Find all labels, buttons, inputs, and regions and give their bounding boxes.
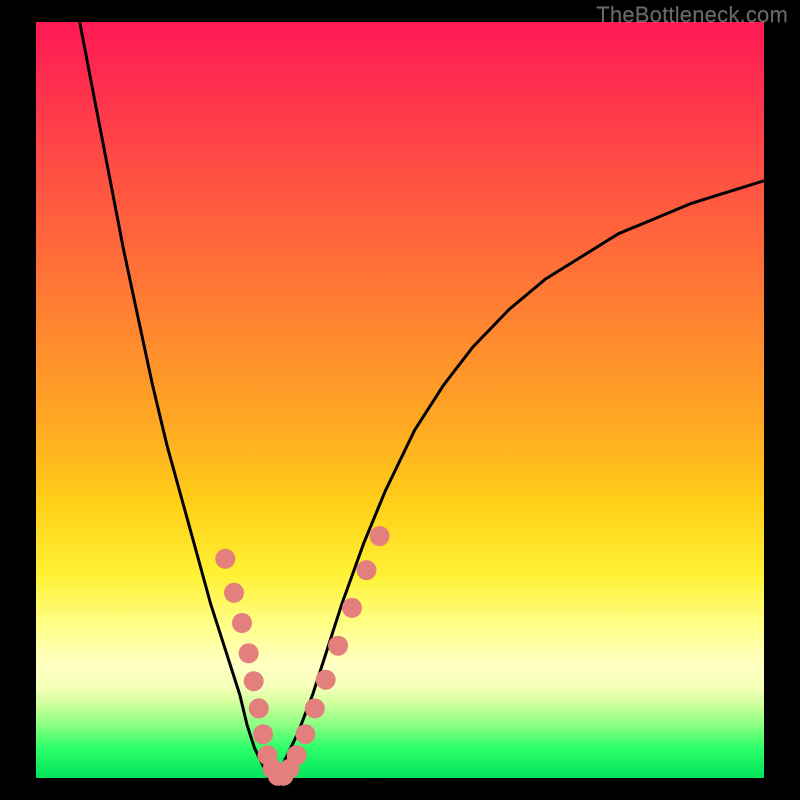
watermark-text: TheBottleneck.com xyxy=(596,2,788,28)
chart-plot-area xyxy=(36,22,764,778)
chart-frame: TheBottleneck.com xyxy=(0,0,800,800)
